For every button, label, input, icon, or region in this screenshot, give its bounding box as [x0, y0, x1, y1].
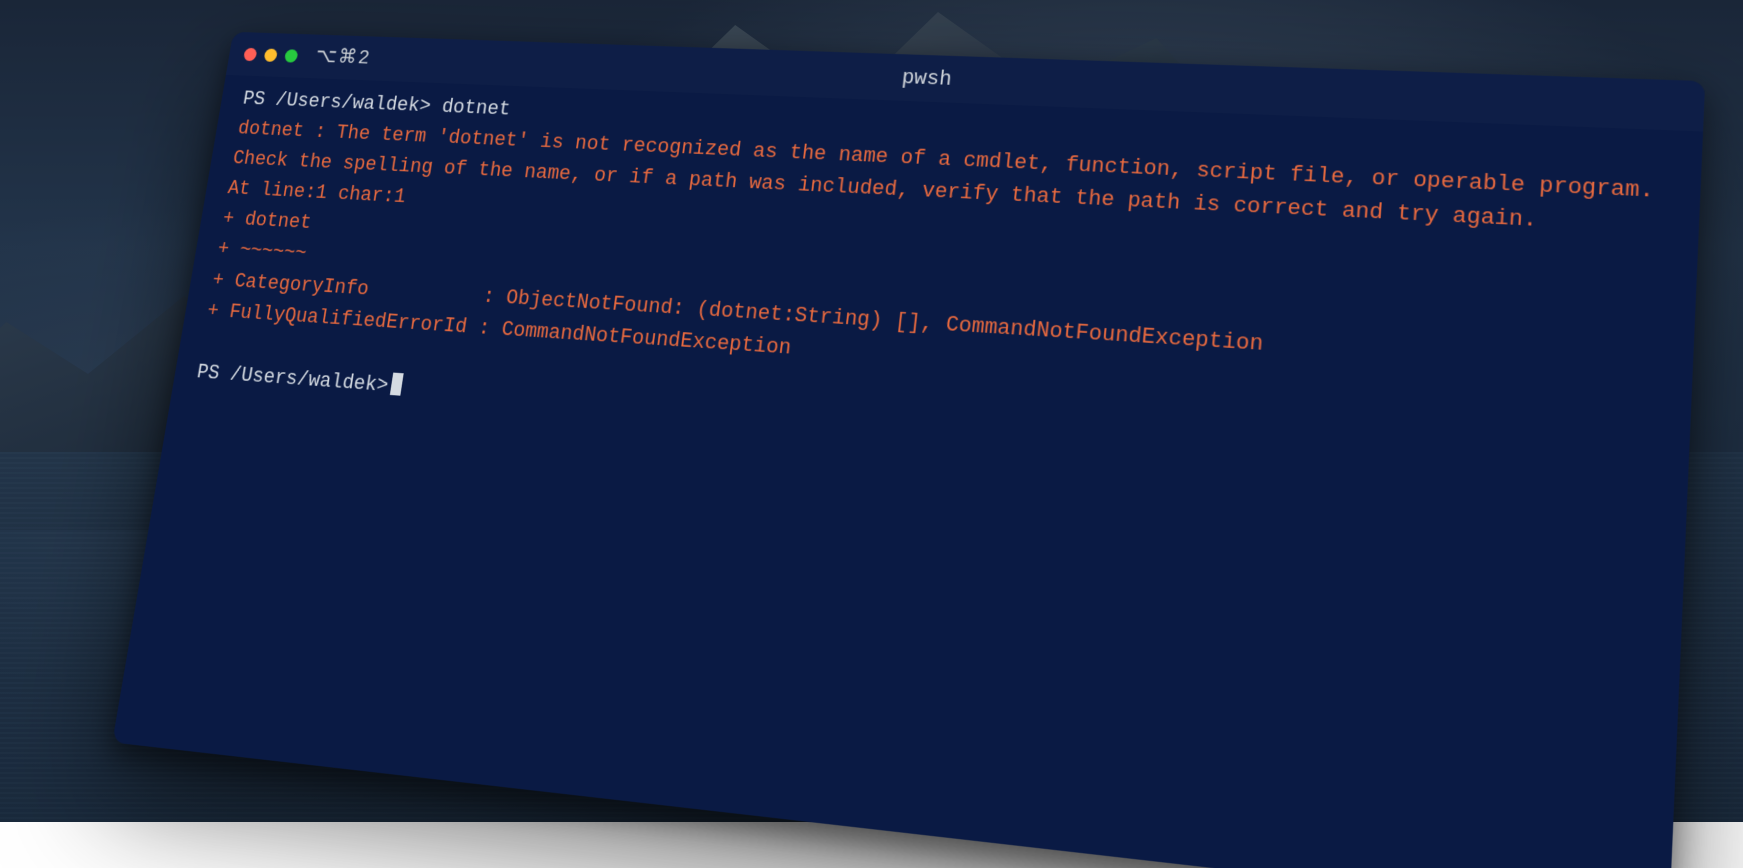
cursor-icon [390, 373, 404, 396]
perspective-stage: ⌥⌘2 pwsh PS /Users/waldek> dotnet dotnet… [0, 0, 1743, 822]
error-output: At line:1 char:1 [226, 178, 407, 209]
minimize-icon[interactable] [263, 48, 277, 61]
entered-command: dotnet [440, 96, 512, 121]
terminal-window[interactable]: ⌥⌘2 pwsh PS /Users/waldek> dotnet dotnet… [112, 32, 1705, 868]
tab-shortcut-label: ⌥⌘2 [313, 45, 372, 70]
error-output: + dotnet [221, 208, 313, 235]
prompt: PS /Users/waldek> [195, 361, 390, 398]
window-traffic-lights [243, 48, 298, 63]
prompt: PS /Users/waldek> dotnet [241, 88, 511, 121]
prompt-text: PS /Users/waldek> [195, 361, 390, 398]
terminal-body[interactable]: PS /Users/waldek> dotnet dotnet : The te… [168, 75, 1702, 526]
zoom-icon[interactable] [284, 49, 298, 62]
prompt-text: PS /Users/waldek> [241, 88, 432, 118]
error-output: + ~~~~~~ [216, 238, 308, 266]
close-icon[interactable] [243, 48, 257, 61]
